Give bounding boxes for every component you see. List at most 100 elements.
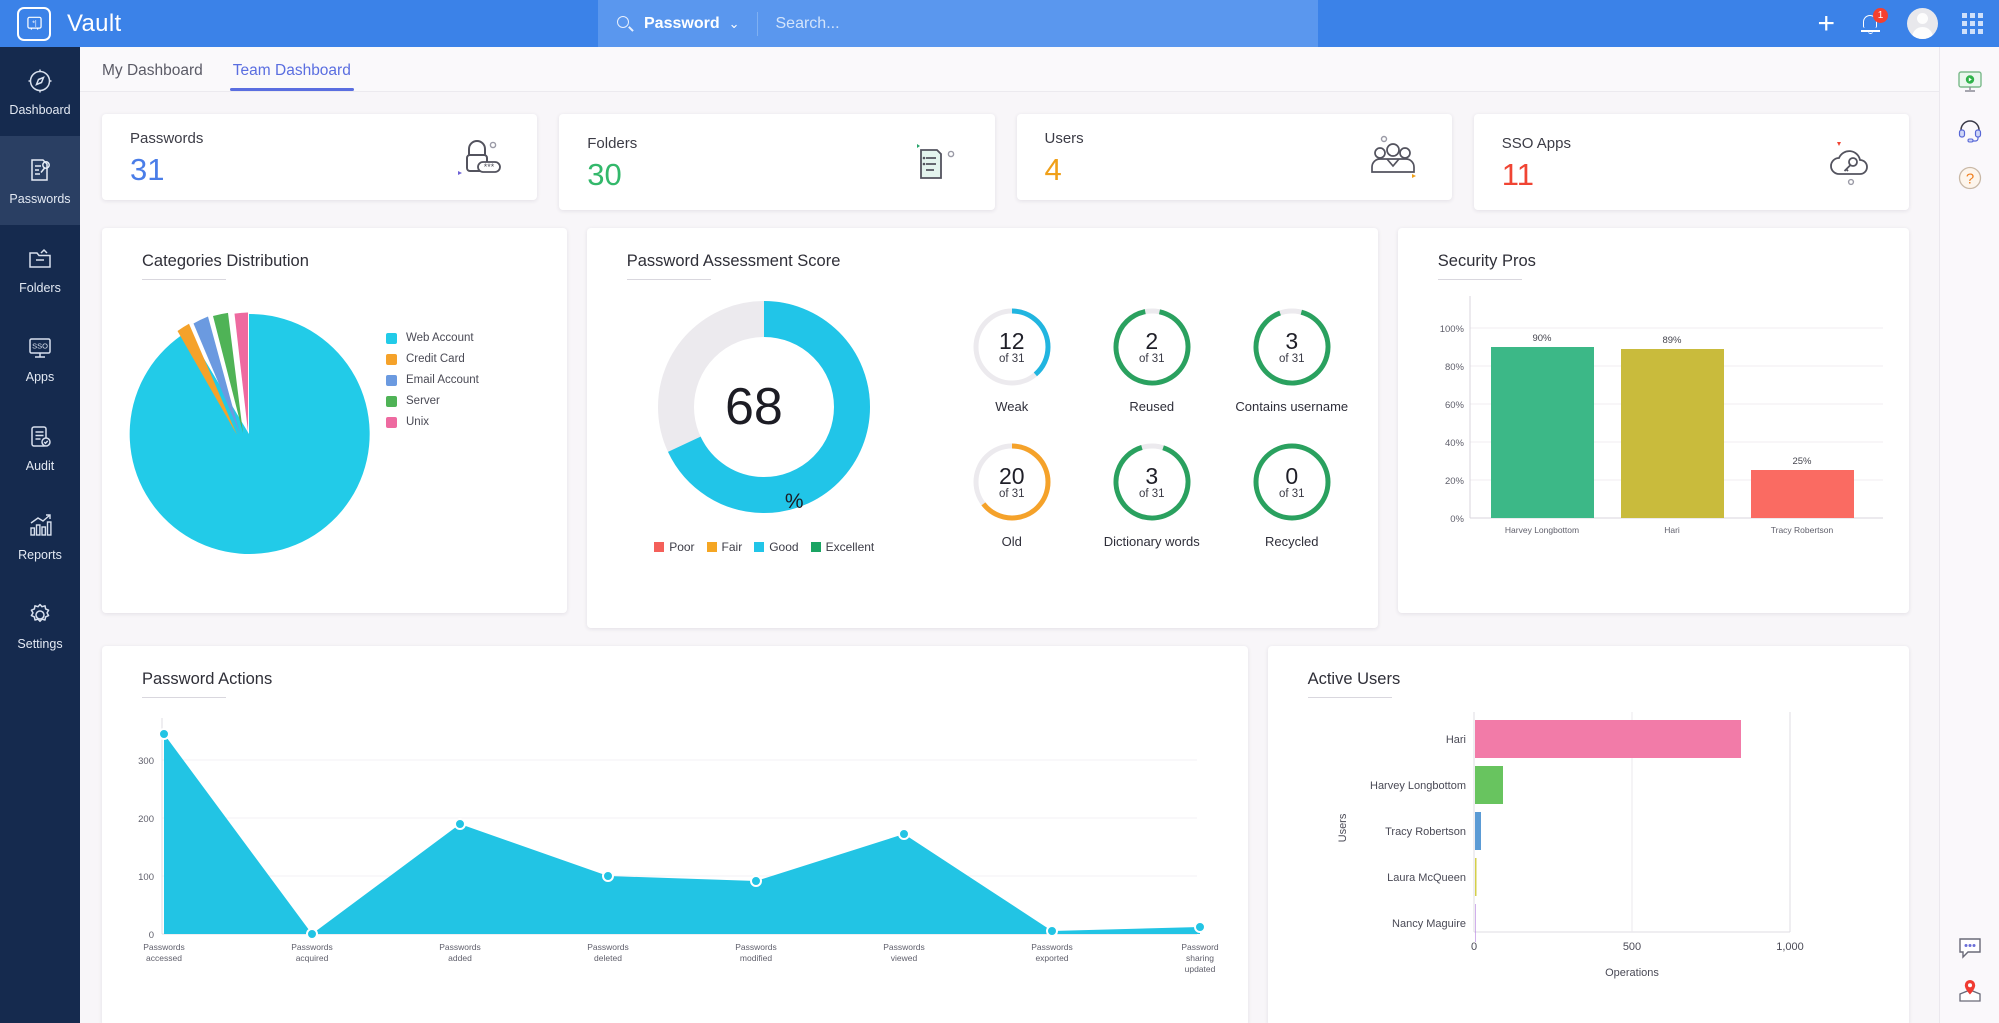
bar-nancy-maguire xyxy=(1474,904,1476,942)
folder-list-icon xyxy=(903,134,969,190)
bar-tracy-robertson xyxy=(1750,470,1854,518)
compass-icon xyxy=(25,66,55,96)
dashboard-tabs: My Dashboard Team Dashboard xyxy=(80,47,1939,92)
gauge-recycled: 0 of 31 Recycled xyxy=(1222,441,1362,554)
gauge-of: of 31 xyxy=(998,488,1025,501)
folder-icon xyxy=(25,244,55,274)
data-point xyxy=(1046,925,1058,937)
gauge-of: of 31 xyxy=(1278,488,1305,501)
legend-swatch xyxy=(810,542,821,552)
global-search-bar[interactable]: Password ⌄ xyxy=(598,0,1318,47)
gauge-old: 20 of 31 Old xyxy=(942,441,1082,554)
area-series xyxy=(164,734,1200,934)
legend-item: Good xyxy=(754,540,799,554)
legend-item: Excellent xyxy=(810,540,874,554)
sidebar-item-audit[interactable]: Audit xyxy=(0,403,80,492)
search-scope-label[interactable]: Password xyxy=(644,15,720,33)
x-tick: updated xyxy=(1185,964,1216,974)
cloud-key-icon xyxy=(1817,134,1883,190)
stat-label: Passwords xyxy=(130,129,204,147)
legend-label: Server xyxy=(406,395,440,407)
svg-text:?: ? xyxy=(1965,171,1973,188)
y-tick: Nancy Maguire xyxy=(1392,918,1466,930)
chevron-down-icon[interactable]: ⌄ xyxy=(729,16,740,32)
stat-value: 4 xyxy=(1044,151,1062,187)
gauge-reused: 2 of 31 Reused xyxy=(1082,306,1222,419)
svg-text:***: *** xyxy=(484,162,495,172)
bar-value-label: 89% xyxy=(1662,335,1682,346)
users-group-icon xyxy=(1360,129,1426,185)
screen-share-icon[interactable] xyxy=(1957,69,1983,95)
stat-card-sso-apps[interactable]: SSO Apps 11 xyxy=(1473,114,1909,210)
vault-badge-icon[interactable]: *| xyxy=(17,6,51,41)
panel-active-users: Active Users Hari Harvey Longbottom Trac… xyxy=(1267,646,1909,1023)
stat-card-users[interactable]: Users 4 xyxy=(1016,114,1452,200)
x-axis-title: Operations xyxy=(1605,967,1659,979)
data-point xyxy=(1194,921,1206,933)
notifications-button[interactable]: 1 xyxy=(1859,7,1888,37)
x-tick: 0 xyxy=(1471,941,1477,953)
stat-label: SSO Apps xyxy=(1501,134,1571,152)
sidebar-item-dashboard[interactable]: Dashboard xyxy=(0,47,80,136)
data-point xyxy=(898,828,910,840)
add-new-button[interactable]: + xyxy=(1817,8,1835,39)
x-tick: Passwords xyxy=(735,942,777,952)
sidebar-item-folders[interactable]: Folders xyxy=(0,225,80,314)
left-sidebar: Dashboard Passwords Folders SSO Apps Aud… xyxy=(0,47,80,1023)
legend-item: Credit Card xyxy=(386,353,479,365)
bar-hari xyxy=(1474,720,1741,758)
assessment-score-donut: 68 % Poor Fair Good Excellent xyxy=(587,296,942,554)
sidebar-item-passwords[interactable]: Passwords xyxy=(0,136,80,225)
stat-card-passwords[interactable]: Passwords 31 *** xyxy=(102,114,538,200)
bar-hari xyxy=(1620,349,1724,518)
y-tick: Laura McQueen xyxy=(1387,872,1466,884)
bar-value-label: 90% xyxy=(1532,333,1552,344)
pie-legend: Web Account Credit Card Email Account Se… xyxy=(386,332,479,564)
sidebar-label: Dashboard xyxy=(9,103,71,117)
pie-chart xyxy=(129,312,370,554)
bell-clapper-icon xyxy=(1868,31,1873,34)
data-point xyxy=(602,870,614,882)
x-tick: Passwords xyxy=(291,942,333,952)
legend-item: Email Account xyxy=(386,374,479,386)
panel-title: Password Assessment Score xyxy=(587,228,840,280)
tab-team-dashboard[interactable]: Team Dashboard xyxy=(229,62,354,91)
chat-bubble-icon[interactable] xyxy=(1957,935,1983,961)
stat-label: Folders xyxy=(587,134,638,152)
headset-support-icon[interactable] xyxy=(1957,117,1983,143)
location-pin-icon[interactable] xyxy=(1957,979,1983,1005)
x-tick: acquired xyxy=(296,953,329,963)
bar-tracy-robertson xyxy=(1474,812,1481,850)
stat-card-row: Passwords 31 *** Folders 30 Users 4 SSO … xyxy=(80,92,1939,210)
assessment-score-unit: % xyxy=(784,490,804,513)
bar-laura-mcqueen xyxy=(1474,858,1477,896)
sidebar-item-apps[interactable]: SSO Apps xyxy=(0,314,80,403)
x-tick: Passwords xyxy=(143,942,185,952)
x-tick: sharing xyxy=(1186,953,1214,963)
top-header-bar: *| Vault Password ⌄ + 1 xyxy=(0,0,1999,47)
sidebar-item-reports[interactable]: Reports xyxy=(0,492,80,581)
stat-label: Users xyxy=(1044,129,1084,147)
gauge-label: Contains username xyxy=(1235,399,1349,414)
app-title: Vault xyxy=(67,9,122,37)
key-document-icon xyxy=(25,155,55,185)
bar-chart-arrow-icon xyxy=(25,511,55,541)
legend-swatch xyxy=(654,542,665,552)
gauge-value: 12 xyxy=(998,327,1025,354)
legend-item: Poor xyxy=(654,540,695,554)
x-tick: viewed xyxy=(891,953,918,963)
password-actions-area-chart: 300 200 100 0 Passwords accessed Passwor… xyxy=(138,718,1219,974)
y-tick: 0 xyxy=(149,930,154,941)
x-tick: accessed xyxy=(146,953,182,963)
gauge-weak: 12 of 31 Weak xyxy=(942,306,1082,419)
data-point xyxy=(158,728,170,740)
search-input[interactable] xyxy=(775,14,1206,33)
stat-card-folders[interactable]: Folders 30 xyxy=(559,114,995,210)
x-tick: Passwords xyxy=(883,942,925,952)
help-question-icon[interactable]: ? xyxy=(1957,165,1983,191)
tab-my-dashboard[interactable]: My Dashboard xyxy=(102,62,203,91)
sidebar-item-settings[interactable]: Settings xyxy=(0,581,80,670)
avatar[interactable] xyxy=(1907,8,1938,39)
legend-swatch xyxy=(754,542,765,552)
grid-icon[interactable] xyxy=(1962,13,1983,34)
